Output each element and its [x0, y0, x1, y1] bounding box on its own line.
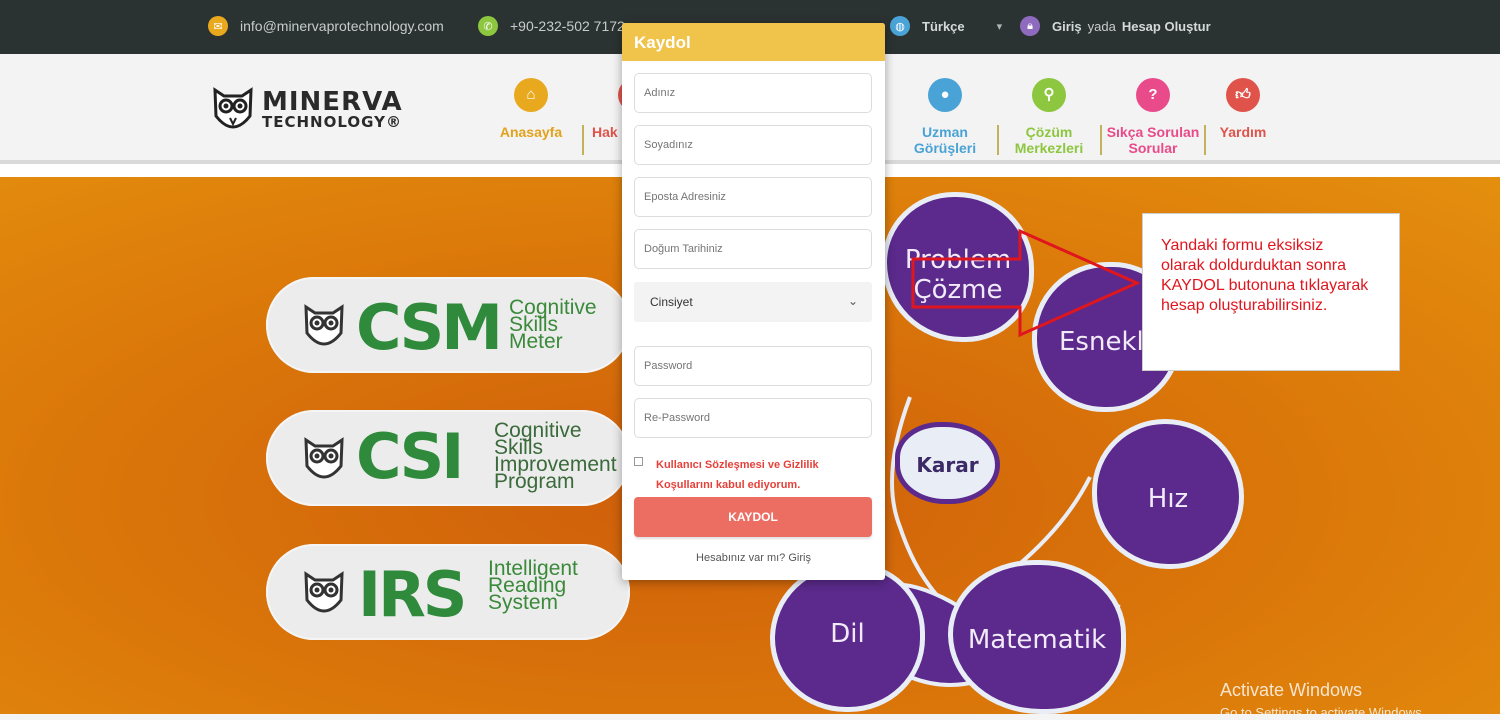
register-link[interactable]: Hesap Oluştur [1122, 19, 1211, 34]
skill-label: Karar [916, 453, 979, 477]
skill-bubble-math: Matematik [948, 560, 1126, 714]
phone-text: +90-232-502 7172 [510, 18, 625, 34]
password-input[interactable] [634, 346, 872, 386]
skill-label: Matematik [967, 625, 1107, 655]
email-input[interactable] [634, 177, 872, 217]
product-abbr: CSM [356, 291, 503, 364]
email-text: info@minervaprotechnology.com [240, 18, 444, 34]
login-link[interactable]: Hesabınız var mı? Giriş [622, 552, 885, 564]
nav-label: Yardım [1219, 124, 1267, 140]
nav-about[interactable]: i Hak [592, 78, 652, 140]
logo-line2: TECHNOLOGY® [262, 112, 402, 131]
surname-input[interactable] [634, 125, 872, 165]
product-fullname: Intelligent Reading System [488, 558, 578, 613]
skill-label: Hız [1147, 484, 1189, 514]
product-csm[interactable]: CSM Cognitive Skills Meter [266, 277, 630, 373]
contact-email[interactable]: ✉ info@minervaprotechnology.com [208, 16, 444, 36]
repassword-input[interactable] [634, 398, 872, 438]
instruction-note: Yandaki formu eksiksiz olarak doldurdukt… [1142, 213, 1400, 371]
nav-divider [1204, 125, 1206, 155]
agreement-checkbox[interactable] [634, 457, 643, 466]
note-line: olarak doldurduktan sonra [1161, 257, 1347, 274]
agreement-line: Koşullarını kabul ediyorum. [656, 479, 801, 491]
modal-title: Kaydol [622, 23, 885, 61]
watermark-title: Activate Windows [1220, 680, 1363, 700]
product-csi[interactable]: CSI Cognitive Skills Improvement Program [266, 410, 630, 506]
gender-select-value: Cinsiyet [650, 295, 693, 309]
register-modal: Kaydol Cinsiyet ⌄ Kullanıcı Sözleşmesi v… [622, 23, 885, 580]
user-icon: ● [928, 78, 962, 112]
nav-label: Sıkça Sorulan Sorular [1106, 124, 1200, 156]
phone-icon: ✆ [478, 16, 498, 36]
login-link[interactable]: Giriş [1052, 19, 1082, 34]
nav-experts[interactable]: ● Uzman Görüşleri [905, 78, 985, 156]
nav-label: Çözüm Merkezleri [1014, 124, 1084, 156]
language-label: Türkçe [922, 18, 965, 34]
owl-icon [304, 437, 344, 479]
chevron-down-icon: ▾ [996, 20, 1003, 33]
product-fullname: Cognitive Skills Improvement Program [494, 420, 617, 492]
account-links: 🔒︎ Giriş yada Hesap Oluştur [1020, 16, 1211, 36]
nav-help[interactable]: 👍︎ Yardım [1212, 78, 1274, 140]
owl-icon [304, 571, 344, 613]
page-bottom-strip [0, 714, 1500, 720]
gender-select[interactable]: Cinsiyet ⌄ [634, 282, 872, 322]
agreement-line: Kullanıcı Sözleşmesi ve Gizlilik [656, 459, 819, 471]
name-input[interactable] [634, 73, 872, 113]
skill-bubble-speed: Hız [1092, 419, 1244, 569]
note-line: Yandaki formu eksiksiz [1161, 237, 1324, 254]
skill-bubble-decision: Karar [895, 422, 1000, 504]
chevron-down-icon: ⌄ [847, 294, 858, 308]
nav-label: Anasayfa [499, 124, 563, 140]
product-fullname: Cognitive Skills Meter [509, 297, 597, 353]
thumbs-up-icon: 👍︎ [1226, 78, 1260, 112]
map-pin-icon: ⚲ [1032, 78, 1066, 112]
skill-bubble-language: Dil [770, 562, 925, 712]
logo-line1: MINERVA [262, 86, 403, 117]
mail-icon: ✉ [208, 16, 228, 36]
birthdate-input[interactable] [634, 229, 872, 269]
product-name-line: Meter [509, 330, 563, 353]
lock-icon: 🔒︎ [1020, 16, 1040, 36]
nav-faq[interactable]: ? Sıkça Sorulan Sorular [1104, 78, 1202, 156]
nav-divider [1100, 125, 1102, 155]
nav-divider [582, 125, 584, 155]
product-irs[interactable]: IRS Intelligent Reading System [266, 544, 630, 640]
contact-phone[interactable]: ✆ +90-232-502 7172 [478, 16, 625, 36]
product-abbr: IRS [358, 558, 467, 631]
nav-label: Hak [592, 124, 618, 140]
question-icon: ? [1136, 78, 1170, 112]
skill-label: Dil [830, 619, 865, 649]
arrow-annotation-icon [911, 228, 1141, 338]
globe-icon: ◍ [890, 16, 910, 36]
site-logo[interactable]: MINERVA TECHNOLOGY® [210, 82, 403, 136]
language-selector[interactable]: ◍ Türkçe ▾ [890, 16, 1002, 36]
home-icon: ⌂ [514, 78, 548, 112]
owl-logo-icon [213, 87, 253, 129]
nav-home[interactable]: ⌂ Anasayfa [498, 78, 564, 140]
kaydol-submit-button[interactable]: KAYDOL [634, 497, 872, 537]
note-line: KAYDOL butonuna tıklayarak [1161, 277, 1369, 294]
nav-label: Uzman Görüşleri [913, 124, 977, 156]
nav-divider [997, 125, 999, 155]
note-line: hesap oluşturabilirsiniz. [1161, 297, 1328, 314]
product-abbr: CSI [356, 420, 464, 493]
or-text: yada [1087, 18, 1116, 34]
agreement-text[interactable]: Kullanıcı Sözleşmesi ve Gizlilik Koşulla… [656, 455, 819, 495]
nav-solution-centers[interactable]: ⚲ Çözüm Merkezleri [1008, 78, 1090, 156]
owl-icon [304, 304, 344, 346]
